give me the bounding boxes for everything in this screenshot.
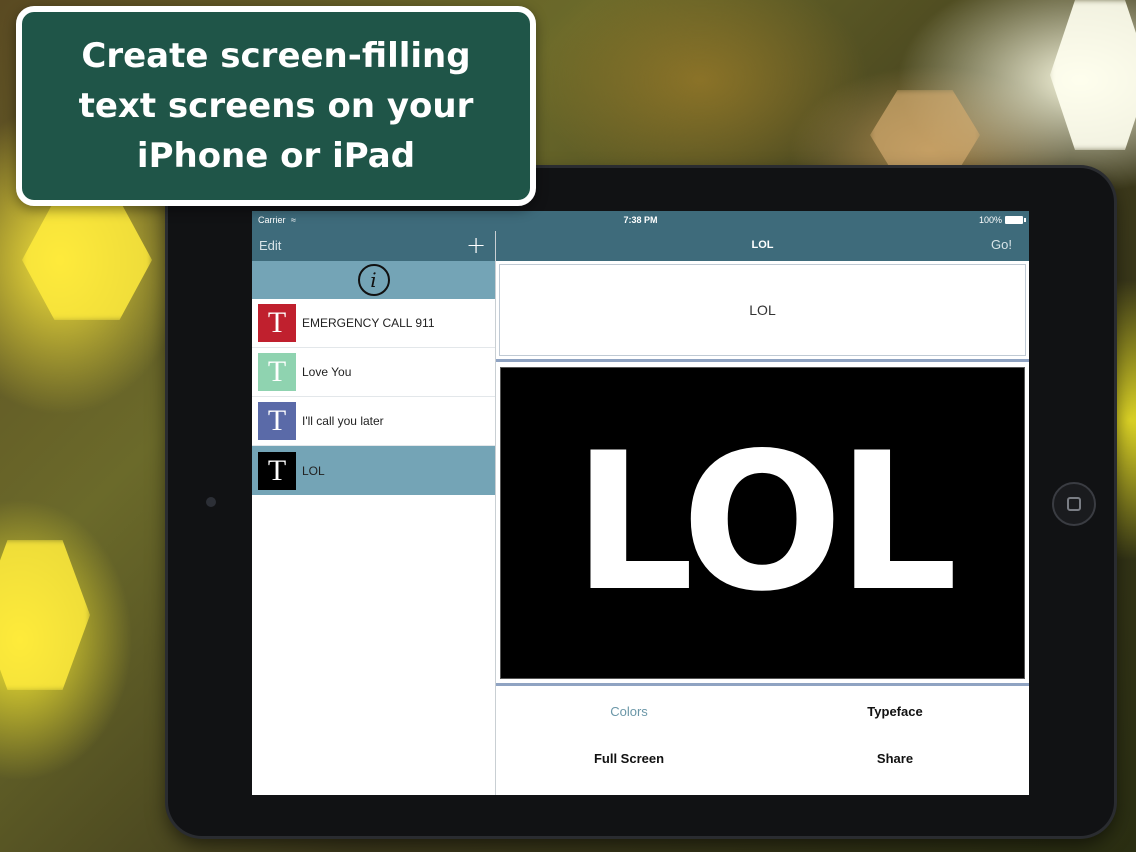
add-button[interactable]: + <box>466 231 486 259</box>
battery-icon <box>1005 216 1026 224</box>
text-preview: LOL <box>500 367 1025 679</box>
list-item-label: Love You <box>302 365 352 379</box>
go-button[interactable]: Go! <box>991 237 1012 252</box>
home-button[interactable] <box>1052 482 1096 526</box>
page-title: LOL <box>751 239 774 251</box>
background-bokeh <box>0 540 90 690</box>
info-bar: i <box>252 261 495 299</box>
share-button[interactable]: Share <box>762 751 1028 766</box>
background-bokeh <box>1050 0 1136 150</box>
status-bar: Carrier ≈ 7:38 PM 100% <box>252 211 1029 231</box>
sidebar-navbar: Edit + <box>252 231 495 261</box>
battery-percent: 100% <box>978 215 1002 225</box>
camera-icon <box>206 497 216 507</box>
list-item[interactable]: T Love You <box>252 348 495 397</box>
list-item[interactable]: T EMERGENCY CALL 911 <box>252 299 495 348</box>
action-buttons: Colors Typeface Full Screen Share <box>496 688 1029 795</box>
list-item-selected[interactable]: T LOL <box>252 446 495 495</box>
text-thumbnail: T <box>258 402 296 440</box>
colors-button[interactable]: Colors <box>496 704 762 719</box>
text-thumbnail: T <box>258 304 296 342</box>
text-thumbnail: T <box>258 451 296 490</box>
list-item[interactable]: T I'll call you later <box>252 397 495 446</box>
edit-button[interactable]: Edit <box>259 238 281 253</box>
divider <box>496 359 1029 362</box>
status-battery: 100% <box>978 215 1026 225</box>
list-item-label: EMERGENCY CALL 911 <box>302 316 435 330</box>
background-bokeh <box>22 200 152 320</box>
background-bokeh <box>870 90 980 180</box>
text-thumbnail: T <box>258 353 296 391</box>
text-input-area[interactable]: LOL <box>499 264 1026 356</box>
list-item-label: I'll call you later <box>302 414 384 428</box>
info-icon[interactable]: i <box>357 264 390 296</box>
home-square-icon <box>1067 497 1081 511</box>
promo-banner-text: Create screen-filling text screens on yo… <box>78 36 474 176</box>
divider <box>496 683 1029 686</box>
detail-navbar: LOL Go! <box>496 231 1029 261</box>
typeface-button[interactable]: Typeface <box>762 704 1028 719</box>
text-input-value: LOL <box>749 302 776 318</box>
app-screen: Carrier ≈ 7:38 PM 100% Edit + LOL Go! i … <box>252 211 1029 795</box>
text-screen-list: T EMERGENCY CALL 911 T Love You T I'll c… <box>252 299 495 495</box>
full-screen-button[interactable]: Full Screen <box>496 751 762 766</box>
status-time: 7:38 PM <box>623 215 658 225</box>
preview-text: LOL <box>573 412 958 633</box>
promo-banner: Create screen-filling text screens on yo… <box>16 6 536 206</box>
list-item-label: LOL <box>302 463 325 478</box>
